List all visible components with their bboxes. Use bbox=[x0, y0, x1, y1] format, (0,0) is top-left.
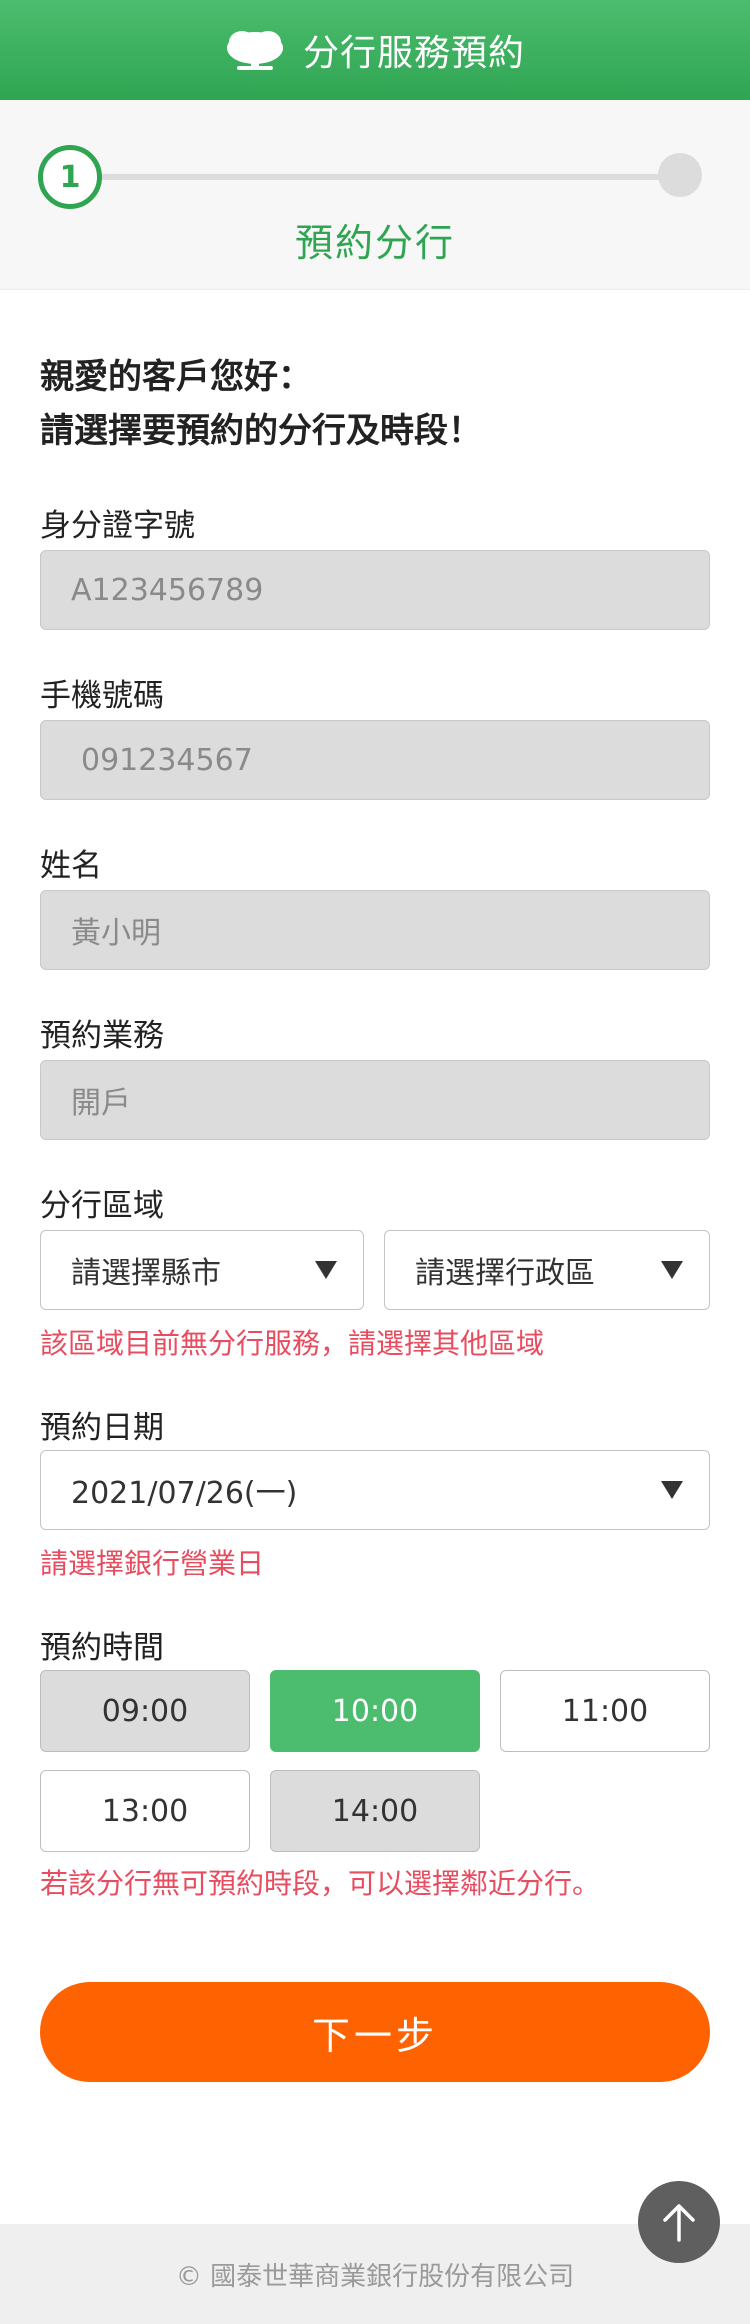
greeting-line-1: 親愛的客戶您好： bbox=[40, 357, 312, 397]
id-number-field: A123456789 bbox=[40, 550, 710, 630]
app-header: 分行服務預約 bbox=[0, 0, 750, 100]
name-field: 黃小明 bbox=[40, 890, 710, 970]
branch-region-label: 分行區域 bbox=[40, 1188, 164, 1224]
tree-logo-icon bbox=[226, 31, 283, 70]
id-number-label: 身分證字號 bbox=[40, 508, 195, 544]
date-select[interactable]: 2021/07/26(一) bbox=[40, 1450, 710, 1530]
time-error-message: 若該分行無可預約時段，可以選擇鄰近分行。 bbox=[40, 1867, 601, 1900]
mobile-label: 手機號碼 bbox=[40, 678, 164, 714]
stepper-track bbox=[100, 174, 660, 180]
name-label: 姓名 bbox=[40, 848, 102, 884]
time-slot-1100[interactable]: 11:00 bbox=[500, 1670, 710, 1752]
dropdown-arrow-icon bbox=[315, 1261, 337, 1279]
district-select-value: 請選擇行政區 bbox=[415, 1256, 595, 1291]
dropdown-arrow-icon bbox=[661, 1481, 683, 1499]
page-title: 分行服務預約 bbox=[302, 33, 525, 74]
time-slot-0900[interactable]: 09:00 bbox=[40, 1670, 250, 1752]
district-select[interactable]: 請選擇行政區 bbox=[384, 1230, 710, 1310]
time-label: 預約時間 bbox=[40, 1630, 164, 1666]
step-2-indicator bbox=[658, 153, 702, 197]
date-error-message: 請選擇銀行營業日 bbox=[40, 1547, 265, 1580]
service-label: 預約業務 bbox=[40, 1018, 164, 1054]
step-label: 預約分行 bbox=[294, 221, 455, 265]
mobile-field: 091234567 bbox=[40, 720, 710, 800]
time-slot-1400[interactable]: 14:00 bbox=[270, 1770, 480, 1852]
next-step-button[interactable]: 下一步 bbox=[40, 1982, 710, 2082]
progress-stepper: 1 預約分行 bbox=[0, 100, 750, 290]
arrow-up-icon bbox=[663, 2204, 695, 2242]
greeting-line-2: 請選擇要預約的分行及時段！ bbox=[40, 411, 482, 451]
copyright-text: © 國泰世華商業銀行股份有限公司 bbox=[175, 2261, 575, 2292]
time-slot-1300[interactable]: 13:00 bbox=[40, 1770, 250, 1852]
dropdown-arrow-icon bbox=[661, 1261, 683, 1279]
footer: © 國泰世華商業銀行股份有限公司 bbox=[0, 2224, 750, 2324]
region-error-message: 該區域目前無分行服務，請選擇其他區域 bbox=[40, 1327, 545, 1360]
service-field: 開戶 bbox=[40, 1060, 710, 1140]
date-select-value: 2021/07/26(一) bbox=[71, 1476, 298, 1511]
city-select-value: 請選擇縣市 bbox=[71, 1256, 221, 1291]
time-slot-1000[interactable]: 10:00 bbox=[270, 1670, 480, 1752]
back-to-top-button[interactable] bbox=[638, 2181, 720, 2263]
step-1-indicator: 1 bbox=[38, 145, 102, 209]
date-label: 預約日期 bbox=[40, 1410, 164, 1446]
city-select[interactable]: 請選擇縣市 bbox=[40, 1230, 364, 1310]
greeting-text: 親愛的客戶您好： 請選擇要預約的分行及時段！ bbox=[40, 350, 482, 458]
